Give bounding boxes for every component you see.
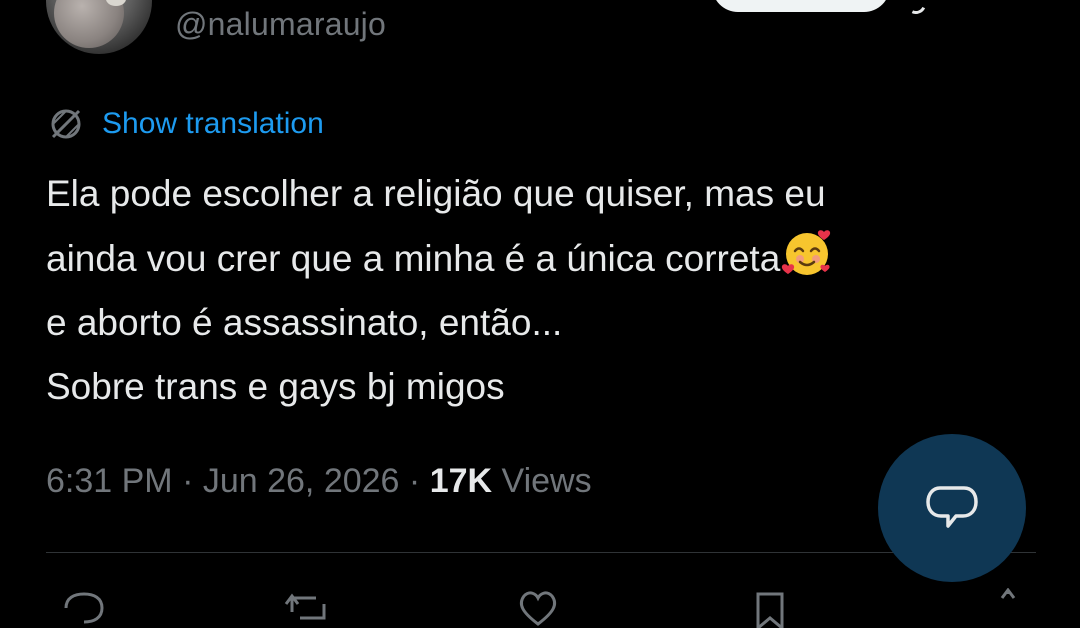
divider — [46, 552, 1036, 553]
tweet-line: ainda vou crer que a minha é a única cor… — [46, 226, 1036, 291]
views-count: 17K — [429, 462, 493, 500]
reply-fab-button[interactable] — [878, 434, 1026, 582]
tweet-time[interactable]: 6:31 PM — [46, 462, 173, 500]
views-label: Views — [492, 462, 592, 500]
tweet-line: e aborto é assassinato, então... — [46, 302, 563, 343]
meta-separator: · — [399, 462, 430, 500]
share-icon[interactable] — [992, 588, 1044, 628]
reply-bubble-icon — [926, 486, 978, 528]
tweet-line-text: ainda vou crer que a minha é a única cor… — [46, 238, 781, 279]
user-handle[interactable]: @nalumaraujo — [175, 6, 386, 43]
retweet-icon[interactable] — [282, 588, 334, 628]
more-options-icon[interactable] — [903, 0, 929, 17]
bookmark-icon[interactable] — [744, 588, 796, 628]
show-translation-label[interactable]: Show translation — [102, 107, 324, 141]
tweet-text: Ela pode escolher a religião que quiser,… — [46, 162, 1036, 419]
tweet-date[interactable]: Jun 26, 2026 — [203, 462, 400, 500]
tweet-line: Ela pode escolher a religião que quiser,… — [46, 173, 826, 214]
like-icon[interactable] — [512, 588, 564, 628]
reply-icon[interactable] — [58, 588, 110, 628]
tweet-line: Sobre trans e gays bj migos — [46, 366, 505, 407]
follow-button[interactable] — [712, 0, 890, 12]
avatar-face — [54, 0, 124, 48]
show-translation-link[interactable]: Show translation — [46, 104, 324, 144]
tweet-meta: 6:31 PM · Jun 26, 2026 · 17K Views — [46, 462, 592, 501]
translate-globe-icon — [51, 109, 81, 139]
meta-separator: · — [172, 462, 203, 500]
avatar[interactable] — [46, 0, 152, 54]
smiling-face-with-hearts-icon — [782, 230, 831, 275]
